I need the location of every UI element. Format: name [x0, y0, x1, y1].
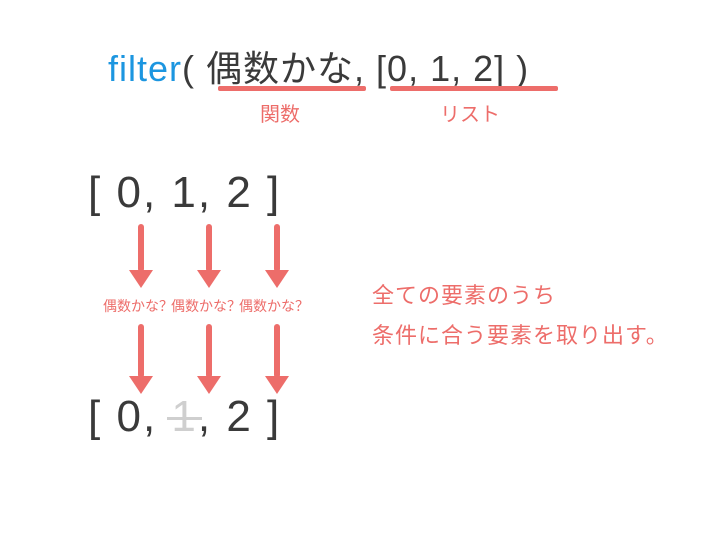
explanation-text: 全ての要素のうち 条件に合う要素を取り出す。 — [372, 276, 669, 355]
arrow-down-icon — [206, 324, 212, 378]
diagram-stage: filter( 偶数かな, [0, 1, 2] ) 関数 リスト [ 0, 1,… — [0, 0, 720, 540]
arrow-down-icon — [274, 324, 280, 378]
arg-list: [0, 1, 2] — [376, 48, 505, 89]
paren-open: ( — [182, 48, 206, 89]
label-function: 関数 — [260, 98, 300, 127]
function-signature: filter( 偶数かな, [0, 1, 2] ) — [108, 40, 529, 92]
arrow-down-icon — [206, 224, 212, 272]
underline-function-arg — [218, 86, 366, 91]
output-value-1-filtered: 1 — [171, 392, 197, 441]
explanation-line-2: 条件に合う要素を取り出す。 — [372, 316, 669, 356]
underline-list-arg — [390, 86, 558, 91]
input-value-2: 2 — [226, 168, 252, 217]
label-list: リスト — [440, 98, 500, 127]
output-value-0: 0 — [116, 392, 142, 441]
input-list: [ 0, 1, 2 ] — [88, 168, 281, 218]
comma: , — [354, 48, 376, 89]
explanation-line-1: 全ての要素のうち — [372, 276, 669, 316]
function-name: filter — [108, 48, 182, 89]
predicate-question-2: 偶数かな？ — [234, 296, 314, 316]
input-value-0: 0 — [116, 168, 142, 217]
bracket-open: [ — [88, 168, 116, 217]
arrow-down-icon — [138, 324, 144, 378]
input-value-1: 1 — [171, 168, 197, 217]
bracket-open: [ — [88, 392, 116, 441]
output-list: [ 0, 1, 2 ] — [88, 392, 281, 442]
bracket-close: ] — [253, 392, 281, 441]
output-value-2: 2 — [226, 392, 252, 441]
arrow-down-icon — [274, 224, 280, 272]
bracket-close: ] — [253, 168, 281, 217]
arrow-down-icon — [138, 224, 144, 272]
paren-close: ) — [505, 48, 529, 89]
arg-function: 偶数かな — [206, 48, 354, 89]
